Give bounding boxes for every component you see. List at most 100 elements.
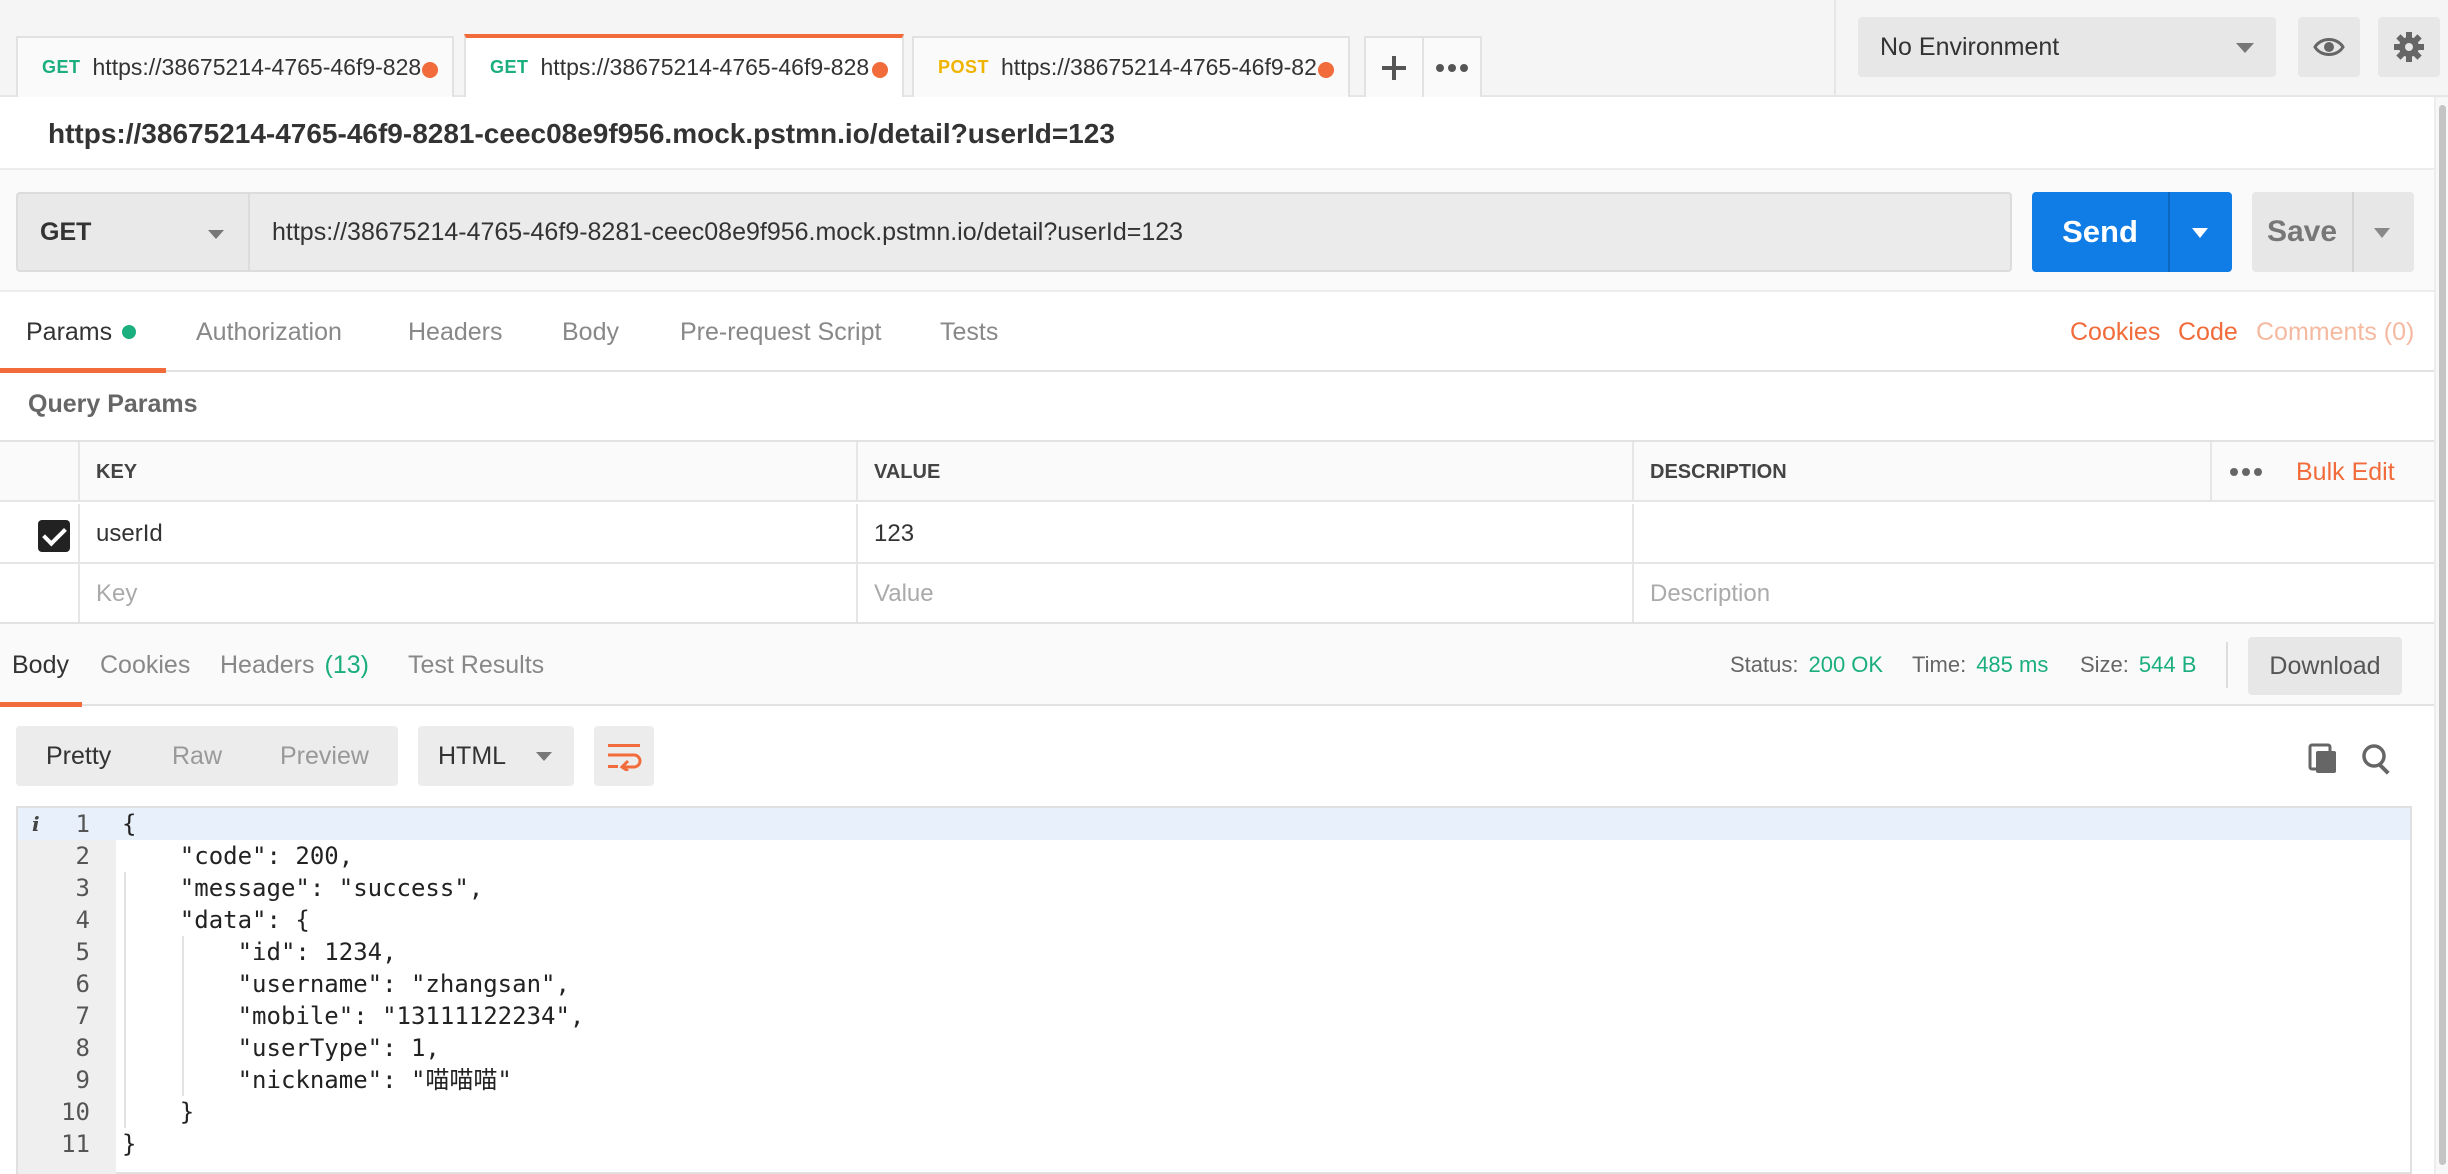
new-value-input[interactable]: Value [856, 564, 1632, 624]
param-description-cell[interactable] [1632, 504, 2434, 564]
environment-quick-look-button[interactable] [2298, 17, 2360, 77]
environment-select[interactable]: No Environment [1858, 17, 2276, 77]
copy-icon [2308, 743, 2336, 773]
new-key-input[interactable]: Key [78, 564, 856, 624]
code-line: 7 "mobile": "13111122234", [18, 1000, 2410, 1032]
size-value[interactable]: 544 B [2139, 652, 2197, 678]
tab-headers[interactable]: Headers [408, 292, 503, 372]
tab-url: https://38675214-4765-46f9-828 [540, 54, 870, 80]
response-tabs-bar: Body Cookies Headers (13) Test Results S… [0, 622, 2434, 707]
gear-icon [2394, 32, 2424, 62]
params-table: KEY VALUE DESCRIPTION Bulk Edit userId 1… [0, 440, 2434, 624]
tab-body[interactable]: Body [562, 292, 619, 372]
tab-authorization[interactable]: Authorization [196, 292, 342, 372]
code-line: 2 "code": 200, [18, 840, 2410, 872]
column-header-key: KEY [78, 442, 856, 502]
column-header-value: VALUE [856, 442, 1632, 502]
send-button[interactable]: Send [2032, 192, 2232, 272]
code-line: 4 "data": { [18, 904, 2410, 936]
code-line: i 1 { [18, 808, 2410, 840]
request-title: https://38675214-4765-46f9-8281-ceec08e9… [48, 118, 1115, 149]
comments-link[interactable]: Comments (0) [2256, 292, 2414, 372]
tab-method: POST [938, 57, 990, 77]
line-number: 7 [75, 1002, 90, 1030]
time-value[interactable]: 485 ms [1976, 652, 2048, 678]
tab-tests[interactable]: Tests [940, 292, 998, 372]
status-label: Status: [1730, 652, 1799, 677]
chevron-down-icon[interactable] [2192, 228, 2208, 238]
method-select[interactable]: GET [16, 192, 250, 272]
line-number: 10 [61, 1098, 90, 1126]
chevron-down-icon [536, 752, 552, 761]
response-status: Status: 200 OK [1730, 624, 1883, 706]
view-raw[interactable]: Raw [172, 726, 222, 786]
line-number: 4 [75, 906, 90, 934]
code-line: 6 "username": "zhangsan", [18, 968, 2410, 1000]
tab-pre-request-script[interactable]: Pre-request Script [680, 292, 881, 372]
column-header-description: DESCRIPTION [1632, 442, 2210, 502]
code-text: "message": "success", [122, 874, 484, 902]
code-line: 8 "userType": 1, [18, 1032, 2410, 1064]
active-tab-underline [0, 368, 166, 373]
line-number: 2 [75, 842, 90, 870]
tab-options-button[interactable] [1422, 36, 1482, 97]
search-response-button[interactable] [2360, 742, 2394, 776]
url-input[interactable]: https://38675214-4765-46f9-8281-ceec08e9… [248, 192, 2012, 272]
response-size: Size: 544 B [2080, 624, 2196, 706]
response-tab-body[interactable]: Body [12, 624, 69, 706]
response-tab-test-results[interactable]: Test Results [408, 624, 544, 706]
code-link[interactable]: Code [2178, 292, 2238, 372]
code-text: "nickname": "喵喵喵" [122, 1066, 512, 1094]
bulk-edit-link[interactable]: Bulk Edit [2280, 442, 2434, 502]
chevron-down-icon[interactable] [2374, 228, 2390, 238]
new-description-input[interactable]: Description [1632, 564, 2434, 624]
save-button[interactable]: Save [2252, 192, 2414, 272]
send-label: Send [2062, 214, 2138, 249]
status-value[interactable]: 200 OK [1808, 652, 1883, 678]
settings-button[interactable] [2378, 17, 2440, 77]
download-button[interactable]: Download [2248, 637, 2402, 695]
new-tab-button[interactable] [1364, 36, 1424, 97]
scrollbar-thumb[interactable] [2439, 105, 2446, 1165]
wrap-lines-icon [608, 744, 642, 771]
request-tab-active[interactable]: GET https://38675214-4765-46f9-828 [464, 34, 904, 97]
chevron-down-icon [208, 230, 224, 239]
ellipsis-icon [2230, 468, 2262, 476]
tab-label: Params [26, 317, 113, 346]
divider [2352, 192, 2354, 272]
cookies-link[interactable]: Cookies [2070, 292, 2160, 372]
response-tab-headers[interactable]: Headers (13) [220, 624, 369, 706]
param-value-cell[interactable]: 123 [856, 504, 1632, 564]
view-pretty[interactable]: Pretty [46, 726, 111, 786]
divider [2168, 192, 2170, 272]
tab-params[interactable]: Params [26, 292, 137, 372]
plus-icon [1382, 55, 1406, 80]
eye-icon [2313, 38, 2345, 56]
format-select[interactable]: HTML [418, 726, 574, 786]
param-key-cell[interactable]: userId [78, 504, 856, 564]
response-view-toolbar: Pretty Raw Preview HTML [0, 706, 2434, 806]
request-tab[interactable]: GET https://38675214-4765-46f9-828 [16, 36, 454, 97]
column-options-button[interactable] [2210, 442, 2280, 502]
line-number: 6 [75, 970, 90, 998]
code-text: } [122, 1098, 195, 1126]
code-text: "mobile": "13111122234", [122, 1002, 585, 1030]
ellipsis-icon [1436, 63, 1468, 72]
vertical-scrollbar[interactable] [2434, 97, 2448, 1174]
line-number: 3 [75, 874, 90, 902]
headers-count-badge: (13) [324, 650, 369, 679]
response-body-editor[interactable]: i 1 { 2 "code": 200, 3 "message": "succe… [16, 806, 2412, 1174]
response-tab-cookies[interactable]: Cookies [100, 624, 190, 706]
view-preview[interactable]: Preview [280, 726, 369, 786]
copy-response-button[interactable] [2306, 742, 2340, 776]
url-value: https://38675214-4765-46f9-8281-ceec08e9… [272, 217, 1184, 246]
divider [2226, 642, 2228, 688]
tab-url: https://38675214-4765-46f9-828 [92, 54, 422, 80]
time-label: Time: [1912, 652, 1967, 677]
wrap-lines-button[interactable] [594, 726, 654, 786]
param-enabled-checkbox[interactable] [38, 520, 70, 552]
request-tab[interactable]: POST https://38675214-4765-46f9-82 [912, 36, 1350, 97]
code-text: "username": "zhangsan", [122, 970, 570, 998]
format-value: HTML [438, 741, 507, 770]
line-number: 11 [61, 1130, 90, 1158]
